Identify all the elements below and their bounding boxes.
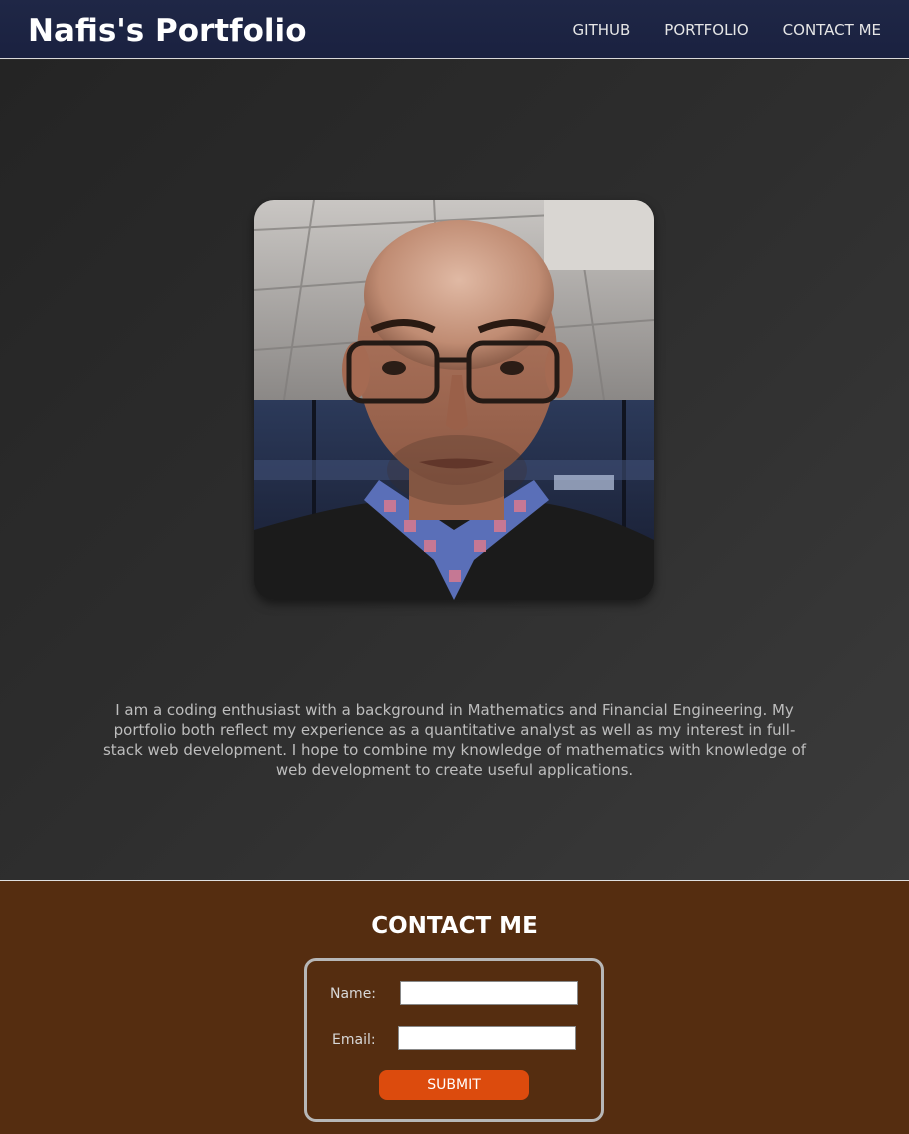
email-input[interactable] <box>398 1026 576 1050</box>
navbar: Nafis's Portfolio GITHUB PORTFOLIO CONTA… <box>0 0 909 59</box>
profile-photo-illustration <box>254 200 654 600</box>
name-input[interactable] <box>400 981 578 1005</box>
name-label: Name: <box>330 986 377 1002</box>
contact-form: Name: Email: SUBMIT <box>304 958 604 1122</box>
site-brand[interactable]: Nafis's Portfolio <box>28 11 307 51</box>
submit-button[interactable]: SUBMIT <box>379 1070 529 1100</box>
nav-links: GITHUB PORTFOLIO CONTACT ME <box>573 20 881 40</box>
nav-link-github[interactable]: GITHUB <box>573 20 631 40</box>
nav-link-contact[interactable]: CONTACT ME <box>783 20 881 40</box>
nav-link-portfolio[interactable]: PORTFOLIO <box>664 20 748 40</box>
contact-title: CONTACT ME <box>371 913 538 939</box>
hero-section: I am a coding enthusiast with a backgrou… <box>0 60 909 880</box>
bio-text: I am a coding enthusiast with a backgrou… <box>102 701 807 779</box>
email-label: Email: <box>332 1032 376 1048</box>
profile-photo <box>254 200 654 600</box>
contact-section: CONTACT ME Name: Email: SUBMIT <box>0 880 909 1134</box>
